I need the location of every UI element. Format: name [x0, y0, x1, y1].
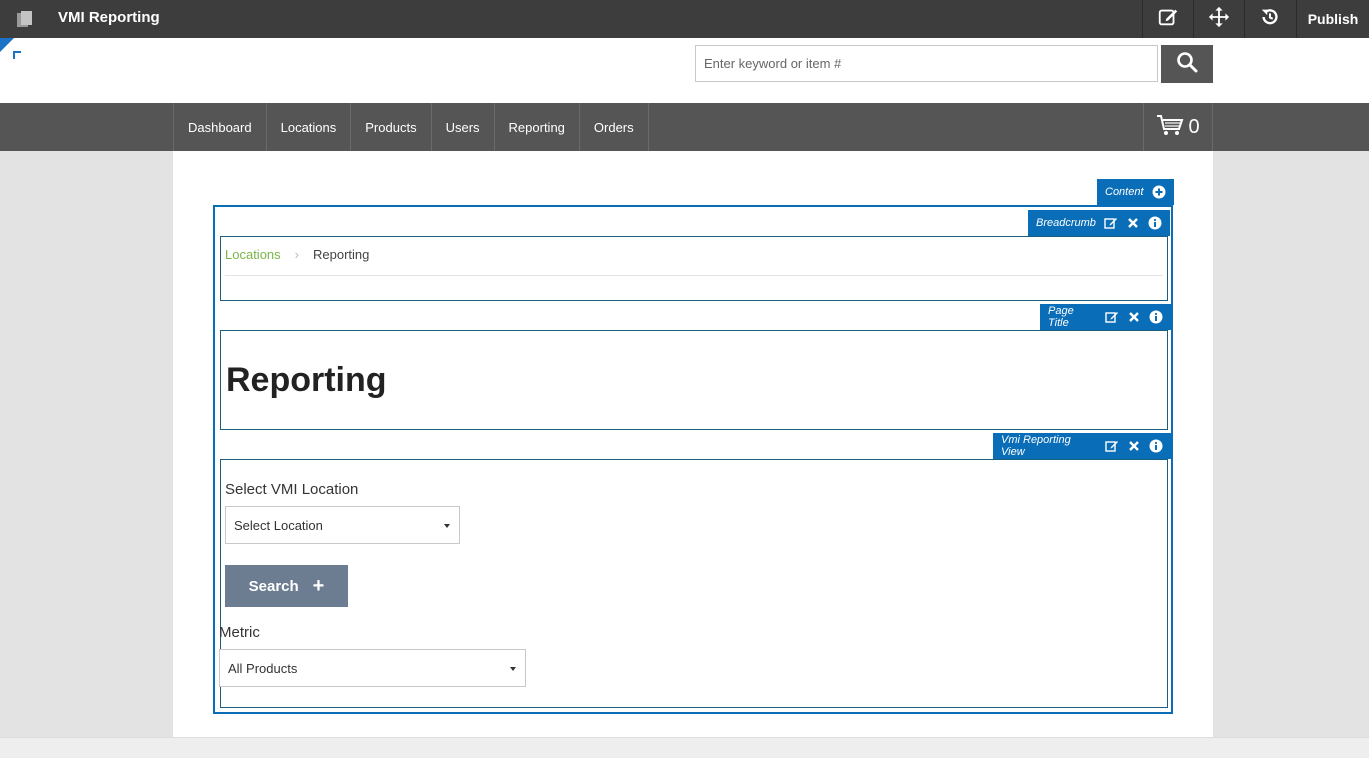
delete-widget-icon[interactable]	[1127, 439, 1141, 453]
cart-count: 0	[1188, 115, 1200, 138]
nav-item-reporting[interactable]: Reporting	[495, 103, 580, 151]
info-icon[interactable]	[1149, 310, 1163, 324]
edit-widget-icon[interactable]	[1104, 216, 1118, 230]
add-widget-icon[interactable]	[1152, 185, 1166, 199]
metric-select[interactable]: All Products	[219, 649, 526, 687]
vmi-location-value: Select Location	[234, 517, 323, 533]
nav-item-products[interactable]: Products	[351, 103, 432, 151]
vmi-reporting-view-widget: Select VMI Location Select Location Sear…	[219, 459, 1168, 708]
nav-item-dashboard[interactable]: Dashboard	[174, 103, 267, 151]
admin-toolbar: VMI Reporting Publish	[0, 0, 1369, 38]
nav-item-orders[interactable]: Orders	[580, 103, 649, 151]
vmi-view-widget-tab: Vmi Reporting View	[993, 433, 1171, 459]
delete-widget-icon[interactable]	[1126, 216, 1140, 230]
page-title-widget: Reporting	[220, 330, 1168, 430]
main-content: Content Breadcrumb Locations › Reporting	[173, 151, 1213, 738]
content-zone: Breadcrumb Locations › Reporting Page Ti…	[213, 205, 1173, 714]
page-title: Reporting	[226, 361, 387, 399]
breadcrumb-widget: Locations › Reporting	[220, 236, 1168, 301]
caret-down-icon	[510, 667, 516, 671]
cart-icon	[1156, 114, 1184, 141]
metric-label: Metric	[219, 624, 260, 641]
content-zone-tab: Content	[1097, 179, 1174, 205]
chevron-right-icon: ›	[294, 247, 299, 262]
search-input[interactable]	[695, 45, 1158, 82]
breadcrumb-current: Reporting	[313, 247, 370, 262]
site-header	[0, 38, 1369, 103]
main-navigation: Dashboard Locations Products Users Repor…	[0, 103, 1369, 151]
cart-button[interactable]: 0	[1143, 103, 1213, 151]
nav-item-locations[interactable]: Locations	[267, 103, 352, 151]
publish-button[interactable]: Publish	[1296, 0, 1369, 38]
breadcrumb-widget-tab: Breadcrumb	[1028, 210, 1170, 236]
logo-placeholder[interactable]	[13, 51, 21, 59]
breadcrumb-link-locations[interactable]: Locations	[225, 247, 281, 262]
search-icon	[1176, 51, 1198, 78]
app-title: VMI Reporting	[58, 9, 160, 26]
delete-widget-icon[interactable]	[1127, 310, 1141, 324]
search-button-label: Search	[248, 577, 299, 595]
search-button[interactable]	[1161, 45, 1213, 83]
info-icon[interactable]	[1148, 216, 1162, 230]
plus-icon: +	[312, 575, 325, 597]
move-icon	[1208, 6, 1230, 33]
page-title-widget-label: Page Title	[1048, 305, 1074, 329]
history-button[interactable]	[1244, 0, 1294, 38]
divider	[225, 275, 1163, 276]
caret-down-icon	[444, 524, 450, 528]
page-title-widget-tab: Page Title	[1040, 304, 1171, 330]
move-button[interactable]	[1193, 0, 1243, 38]
breadcrumb-widget-label: Breadcrumb	[1036, 217, 1096, 229]
edit-corner-marker	[0, 38, 14, 52]
content-zone-label: Content	[1105, 186, 1144, 198]
footer	[0, 737, 1369, 758]
vmi-view-widget-label: Vmi Reporting View	[1001, 434, 1071, 458]
edit-page-button[interactable]	[1142, 0, 1192, 38]
info-icon[interactable]	[1149, 439, 1163, 453]
nav-item-users[interactable]: Users	[432, 103, 495, 151]
vmi-location-select[interactable]: Select Location	[225, 506, 460, 544]
pages-icon[interactable]	[16, 10, 34, 28]
edit-widget-icon[interactable]	[1105, 310, 1119, 324]
history-icon	[1259, 6, 1281, 33]
edit-icon	[1157, 6, 1179, 33]
breadcrumb: Locations › Reporting	[225, 247, 369, 262]
vmi-location-label: Select VMI Location	[225, 481, 359, 498]
search-location-button[interactable]: Search +	[225, 565, 348, 607]
metric-value: All Products	[228, 660, 298, 676]
edit-widget-icon[interactable]	[1105, 439, 1119, 453]
